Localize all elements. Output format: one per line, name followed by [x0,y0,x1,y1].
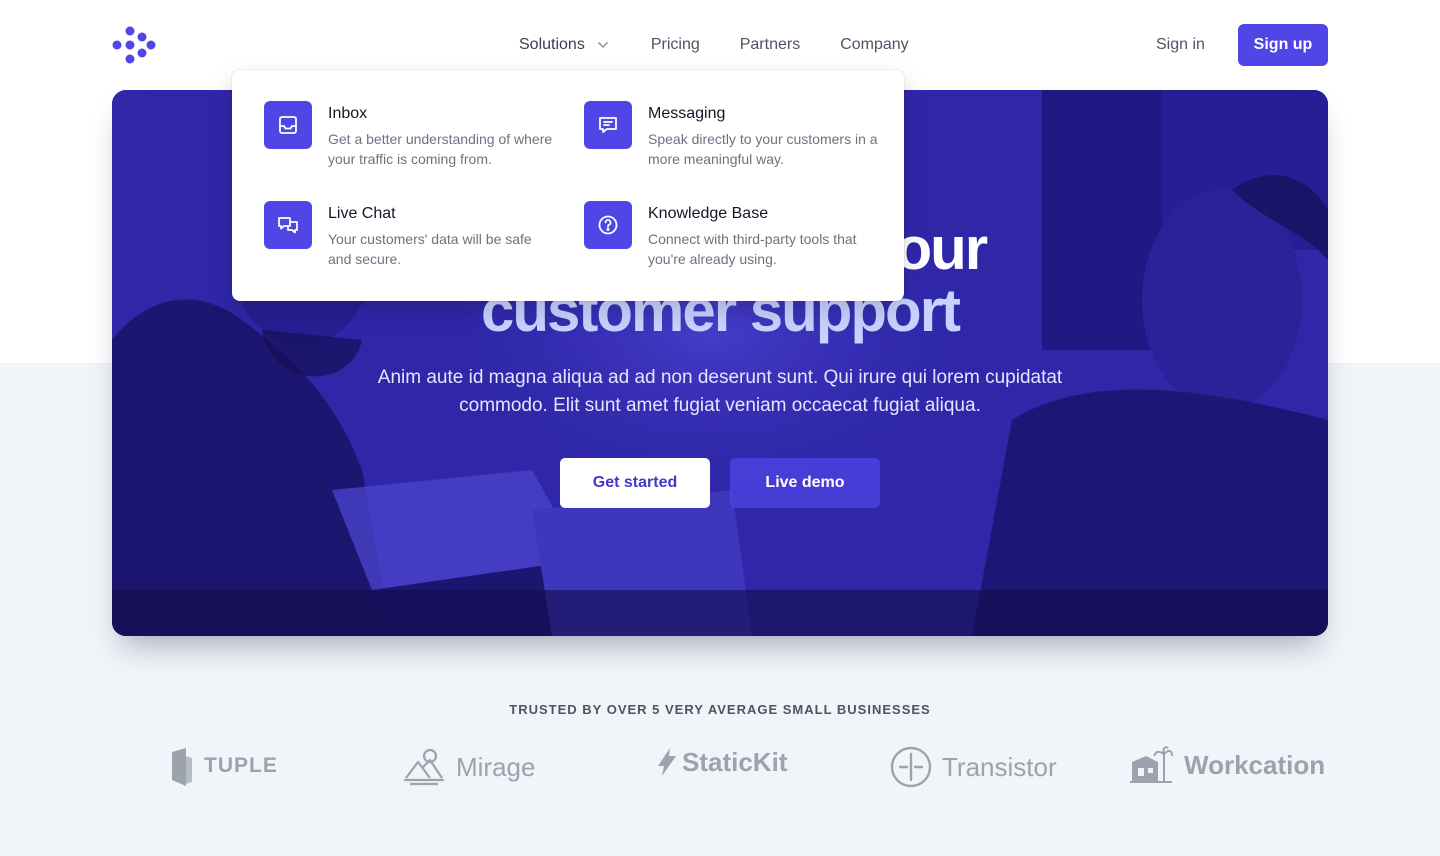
nav-company[interactable]: Company [840,34,908,56]
mirage-logo: Mirage [402,746,535,788]
chevron-down-icon [595,37,611,53]
workcation-logo-text: Workcation [1184,749,1326,780]
dropdown-item-inbox[interactable]: Inbox Get a better understanding of wher… [264,101,564,181]
statickit-logo-text: StaticKit [682,746,788,777]
nav-pricing[interactable]: Pricing [651,34,700,56]
dropdown-item-knowledge-base[interactable]: Knowledge Base Connect with third-party … [584,201,884,281]
dropdown-item-desc: Speak directly to your customers in a mo… [648,131,878,167]
hero-description: Anim aute id magna aliqua ad ad non dese… [377,367,1063,416]
dropdown-item-title: Messaging [648,105,726,122]
nav-partners[interactable]: Partners [740,34,800,56]
brand-logo-icon[interactable] [112,25,156,65]
tuple-logo: TUPLE [168,746,278,786]
transistor-logo-text: Transistor [942,751,1057,782]
dropdown-item-title: Knowledge Base [648,205,769,222]
message-icon [584,101,632,149]
workcation-logo: Workcation [1128,746,1325,784]
chat-icon [264,201,312,249]
dropdown-item-desc: Connect with third-party tools that you'… [648,231,857,267]
sign-in-link[interactable]: Sign in [1156,34,1205,56]
dropdown-item-messaging[interactable]: Messaging Speak directly to your custome… [584,101,884,181]
customer-logos: TUPLE Mirage StaticKit Transistor Workca… [112,740,1328,800]
dropdown-item-title: Inbox [328,105,368,122]
dropdown-item-live-chat[interactable]: Live Chat Your customers' data will be s… [264,201,564,281]
get-started-button[interactable]: Get started [560,458,710,508]
solutions-dropdown: Inbox Get a better understanding of wher… [232,70,904,301]
nav-solutions[interactable]: Solutions [519,34,611,56]
dropdown-item-title: Live Chat [328,205,396,222]
nav-solutions-label: Solutions [519,36,585,53]
tuple-logo-text: TUPLE [204,754,278,777]
trusted-by-label: TRUSTED BY OVER 5 VERY AVERAGE SMALL BUS… [509,702,931,717]
dropdown-item-desc: Your customers' data will be safe and se… [328,231,532,267]
main-nav: Solutions Pricing Partners Company [519,34,949,56]
question-icon [584,201,632,249]
inbox-icon [264,101,312,149]
mirage-logo-text: Mirage [456,751,536,782]
dropdown-item-desc: Get a better understanding of where your… [328,131,553,167]
transistor-logo: Transistor [890,746,1057,788]
sign-up-button[interactable]: Sign up [1238,24,1328,66]
statickit-logo: StaticKit [656,746,787,778]
live-demo-button[interactable]: Live demo [730,458,880,508]
